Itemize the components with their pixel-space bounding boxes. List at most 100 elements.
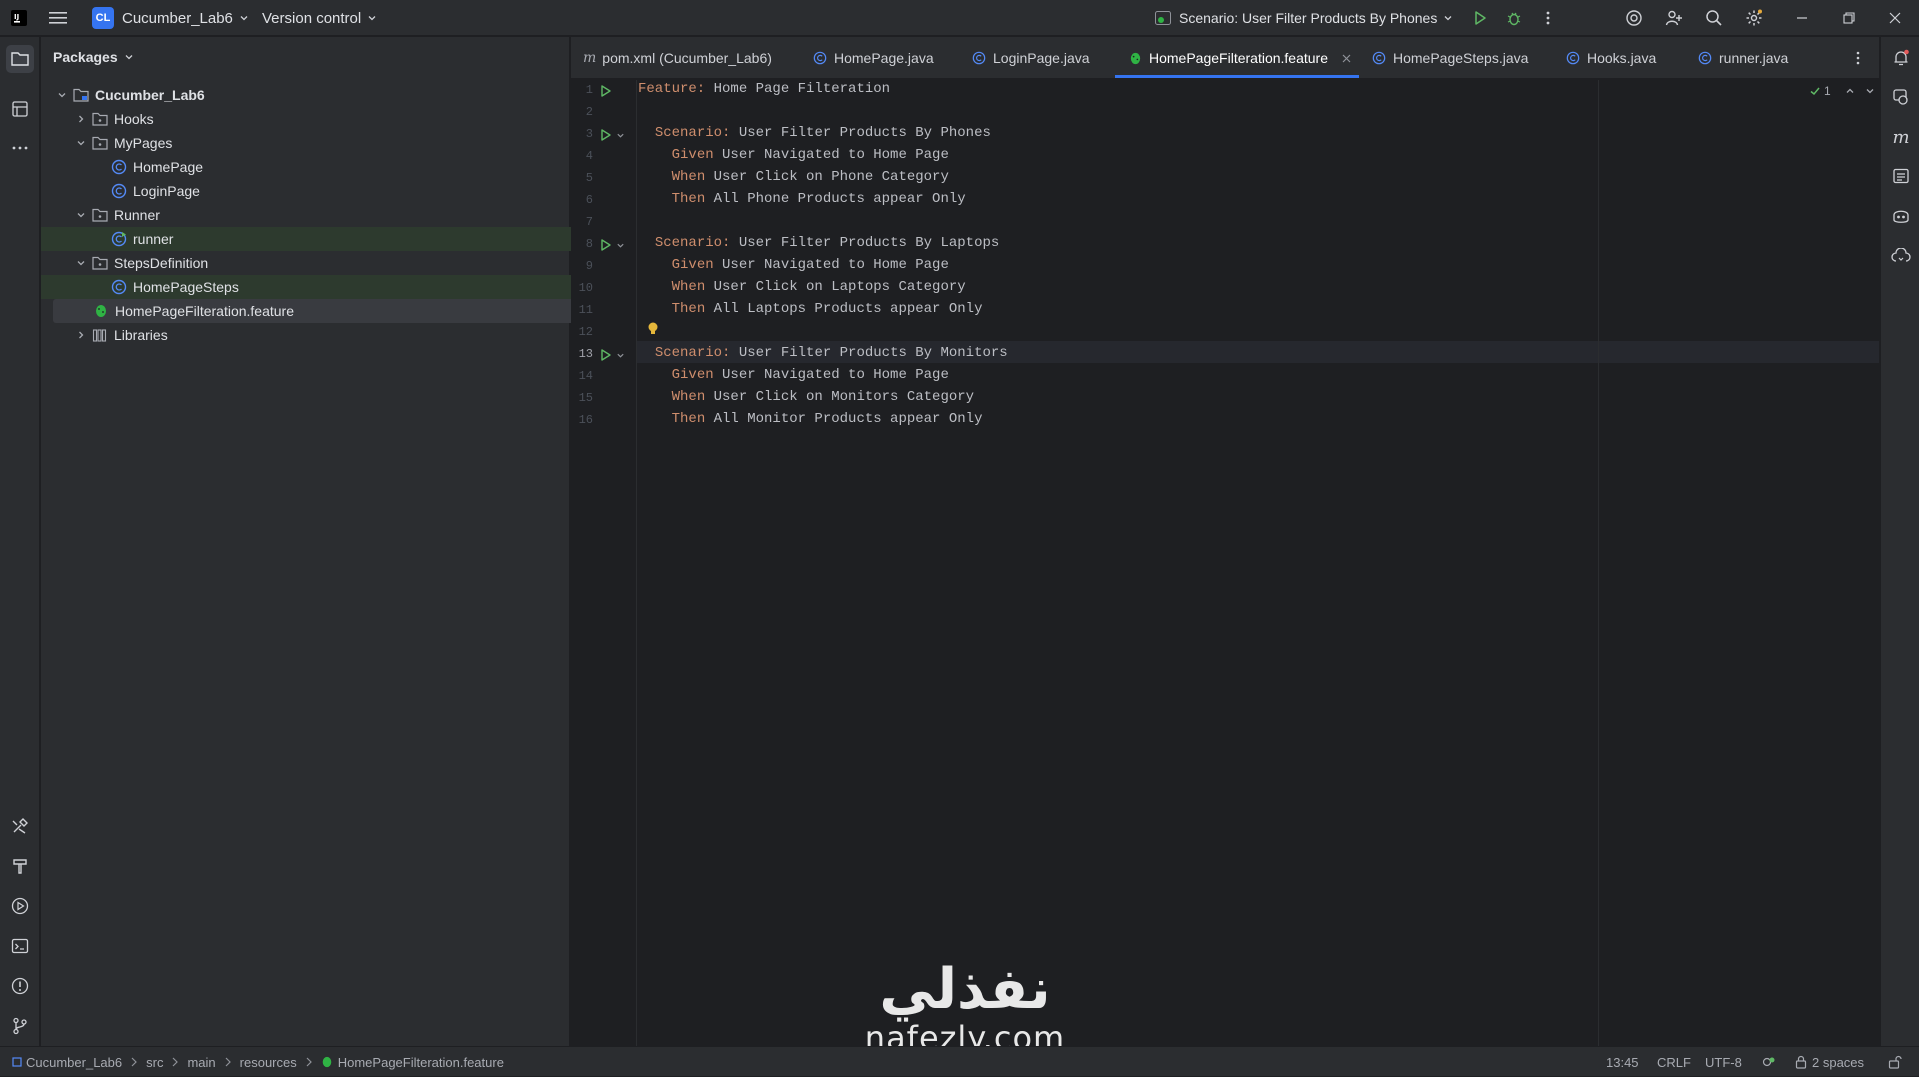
code-line[interactable]: Then All Monitor Products appear Only [638,411,983,427]
breadcrumb-item[interactable]: Cucumber_Lab6 [26,1055,122,1070]
project-view-selector[interactable]: Packages [53,49,134,65]
tree-row-stepsdefinition[interactable]: StepsDefinition [41,251,603,275]
tree-row-homepagesteps[interactable]: HomePageSteps [41,275,640,299]
tab-pom-xml[interactable]: m pom.xml (Cucumber_Lab6) [583,37,772,79]
project-switcher[interactable]: CL Cucumber_Lab6 [92,0,249,36]
code-line[interactable]: Given User Navigated to Home Page [638,367,949,383]
run-gutter-icon[interactable] [599,238,613,252]
package-icon [92,135,108,151]
close-tab-icon[interactable] [1342,54,1351,63]
chevron-down-icon[interactable] [74,136,88,150]
copilot-icon[interactable] [1889,204,1913,228]
code-line[interactable]: Scenario: User Filter Products By Phones [638,125,991,141]
tab-homepage-java[interactable]: HomePage.java [812,37,934,79]
tab-hooks-java[interactable]: Hooks.java [1565,37,1656,79]
maven-tool-icon[interactable]: m [1889,125,1913,149]
run-gutter-icon[interactable] [599,84,613,98]
indent-setting[interactable]: 2 spaces [1795,1047,1864,1077]
breadcrumb-item[interactable]: resources [240,1055,297,1070]
problems-icon[interactable] [8,974,32,998]
services-tools-icon[interactable] [8,814,32,838]
inspections-status-icon[interactable] [1762,1047,1776,1077]
line-separator[interactable]: CRLF [1657,1047,1691,1077]
chevron-right-icon[interactable] [74,112,88,126]
inspection-widget[interactable]: 1 [1809,84,1875,98]
chevron-up-icon[interactable] [1845,86,1855,96]
libraries-icon [92,327,108,343]
ai-assistant-icon[interactable] [1623,7,1645,29]
tree-row-module[interactable]: Cucumber_Lab6 [41,83,584,107]
cloud-sync-icon[interactable] [1889,244,1913,268]
structure-icon[interactable] [8,97,32,121]
chevron-right-icon [305,1057,313,1067]
breadcrumb-item[interactable]: src [146,1055,163,1070]
tree-row-homepage[interactable]: HomePage [41,155,640,179]
line-number: 8 [585,237,593,251]
chevron-right-icon [171,1057,179,1067]
terminal-icon[interactable] [8,934,32,958]
code-with-me-icon[interactable] [1663,7,1685,29]
tab-loginpage-java[interactable]: LoginPage.java [971,37,1090,79]
tree-row-loginpage[interactable]: LoginPage [41,179,640,203]
tab-runner-java[interactable]: runner.java [1697,37,1788,79]
code-line[interactable]: Scenario: User Filter Products By Laptop… [638,235,999,251]
chevron-right-icon[interactable] [74,328,88,342]
fold-chevron-icon[interactable] [616,131,625,140]
code-line[interactable]: When User Click on Laptops Category [638,279,966,295]
version-control-menu[interactable]: Version control [262,0,377,36]
code-line[interactable]: Then All Laptops Products appear Only [638,301,983,317]
run-tool-icon[interactable] [8,894,32,918]
chevron-down-icon[interactable] [74,208,88,222]
code-line[interactable]: Scenario: User Filter Products By Monito… [638,345,1008,361]
run-gutter-icon[interactable] [599,128,613,142]
debug-icon[interactable] [1503,7,1525,29]
tree-row-feature-file[interactable]: HomePageFilteration.feature [53,299,599,323]
chevron-down-icon[interactable] [1865,86,1875,96]
code-editor[interactable]: 1 1 2 3 4 5 6 7 8 9 10 11 12 13 14 15 16… [571,80,1879,1046]
minimize-icon[interactable] [1791,7,1813,29]
tree-row-libraries[interactable]: Libraries [41,323,603,347]
tab-feature-file[interactable]: HomePageFilteration.feature [1127,37,1351,79]
file-encoding[interactable]: UTF-8 [1705,1047,1742,1077]
run-gutter-icon[interactable] [599,348,613,362]
breadcrumb-item[interactable]: main [187,1055,215,1070]
app-logo-icon[interactable]: IJ [8,7,30,29]
tree-row-runner-class[interactable]: runner [41,227,640,251]
build-hammer-icon[interactable] [8,854,32,878]
tree-row-mypages[interactable]: MyPages [41,131,603,155]
class-icon [1565,50,1581,66]
tabs-more-icon[interactable] [1856,37,1860,79]
notifications-bell-icon[interactable] [1889,46,1913,70]
breadcrumb-item[interactable]: HomePageFilteration.feature [338,1055,504,1070]
restore-icon[interactable] [1838,7,1860,29]
more-tools-icon[interactable] [8,136,32,160]
tab-homepagesteps-java[interactable]: HomePageSteps.java [1371,37,1528,79]
project-folder-icon[interactable] [6,45,34,73]
git-branch-icon[interactable] [8,1014,32,1038]
lightbulb-icon[interactable] [646,321,660,337]
code-line[interactable]: When User Click on Phone Category [638,169,949,185]
tree-row-runner-package[interactable]: Runner [41,203,603,227]
chevron-down-icon[interactable] [74,256,88,270]
code-line[interactable]: Feature: Home Page Filteration [638,81,890,97]
tree-label: HomePage [133,159,204,175]
caret-position[interactable]: 13:45 [1606,1047,1639,1077]
chevron-down-icon[interactable] [55,88,69,102]
main-menu-icon[interactable] [47,7,69,29]
ai-chat-icon[interactable] [1889,85,1913,109]
database-icon[interactable] [1889,164,1913,188]
close-window-icon[interactable] [1884,7,1906,29]
code-line[interactable]: Given User Navigated to Home Page [638,147,949,163]
settings-gear-icon[interactable] [1743,7,1765,29]
fold-chevron-icon[interactable] [616,351,625,360]
tree-row-hooks[interactable]: Hooks [41,107,603,131]
code-line[interactable]: Then All Phone Products appear Only [638,191,966,207]
run-icon[interactable] [1469,7,1491,29]
search-icon[interactable] [1703,7,1725,29]
run-config-selector[interactable]: Scenario: User Filter Products By Phones [1155,0,1453,36]
fold-chevron-icon[interactable] [616,241,625,250]
read-write-lock-icon[interactable] [1888,1047,1902,1077]
code-line[interactable]: Given User Navigated to Home Page [638,257,949,273]
more-actions-icon[interactable] [1537,7,1559,29]
code-line[interactable]: When User Click on Monitors Category [638,389,974,405]
